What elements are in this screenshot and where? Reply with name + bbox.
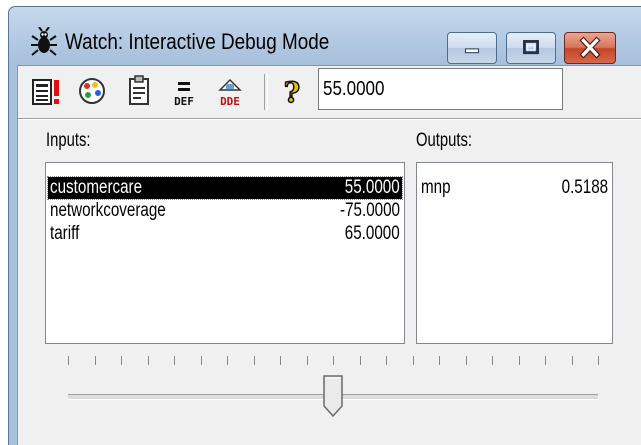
- slider-tick: [148, 356, 149, 365]
- list-item[interactable]: customercare 55.0000: [47, 176, 403, 200]
- slider-thumb[interactable]: [322, 374, 344, 418]
- slider-tick: [386, 356, 387, 365]
- minimize-icon: [464, 48, 480, 54]
- outputs-list[interactable]: mnp 0.5188: [416, 162, 613, 344]
- slider-tick: [360, 356, 361, 365]
- slider-tick: [519, 356, 520, 365]
- svg-text:DDE: DDE: [220, 95, 240, 108]
- toolbar-separator: [264, 74, 268, 110]
- client-area: DEF DDE ? 55.0000 Inputs: Outputs: custo…: [17, 65, 641, 445]
- svg-text:DEF: DEF: [174, 95, 194, 108]
- minimize-button[interactable]: [447, 32, 497, 64]
- slider-tick: [492, 356, 493, 365]
- slider-tick: [201, 356, 202, 365]
- help-icon[interactable]: ?: [276, 74, 308, 108]
- slider-tick: [307, 356, 308, 365]
- value-input[interactable]: 55.0000: [318, 68, 563, 110]
- slider-tick: [466, 356, 467, 365]
- slider-tick: [95, 356, 96, 365]
- clipboard-icon[interactable]: [124, 74, 156, 108]
- slider-tick: [227, 356, 228, 365]
- outputs-label: Outputs:: [416, 130, 473, 151]
- inputs-list[interactable]: customercare 55.0000 networkcoverage -75…: [45, 162, 405, 344]
- toolbar: DEF DDE ? 55.0000: [18, 66, 641, 118]
- title-bar[interactable]: Watch: Interactive Debug Mode: [9, 7, 641, 65]
- list-item[interactable]: tariff 65.0000: [48, 223, 402, 245]
- dde-icon[interactable]: DDE: [214, 74, 246, 108]
- maximize-button[interactable]: [506, 32, 556, 64]
- slider-tick: [413, 356, 414, 365]
- window-title: Watch: Interactive Debug Mode: [65, 29, 330, 54]
- close-button[interactable]: [564, 32, 616, 64]
- slider-tick: [254, 356, 255, 365]
- slider-tick: [121, 356, 122, 365]
- slider-tick: [174, 356, 175, 365]
- slider-tick: [68, 356, 69, 365]
- value-slider[interactable]: [58, 356, 608, 426]
- palette-icon[interactable]: [76, 74, 108, 108]
- svg-text:?: ?: [284, 76, 300, 108]
- slider-tick: [572, 356, 573, 365]
- inputs-label: Inputs:: [46, 130, 91, 151]
- def-icon[interactable]: DEF: [168, 74, 200, 108]
- exclamation-report-icon[interactable]: [30, 74, 62, 108]
- bug-icon: [31, 27, 57, 56]
- slider-tick: [598, 356, 599, 365]
- watch-window: Watch: Interactive Debug Mode DEF DDE ? …: [8, 6, 641, 445]
- toolbar-divider: [18, 118, 641, 120]
- slider-tick: [545, 356, 546, 365]
- slider-tick: [333, 356, 334, 365]
- list-item[interactable]: mnp 0.5188: [419, 177, 610, 199]
- slider-tick: [280, 356, 281, 365]
- list-item[interactable]: networkcoverage -75.0000: [48, 200, 402, 222]
- slider-tick: [439, 356, 440, 365]
- maximize-icon: [523, 40, 539, 55]
- close-icon: [579, 36, 601, 59]
